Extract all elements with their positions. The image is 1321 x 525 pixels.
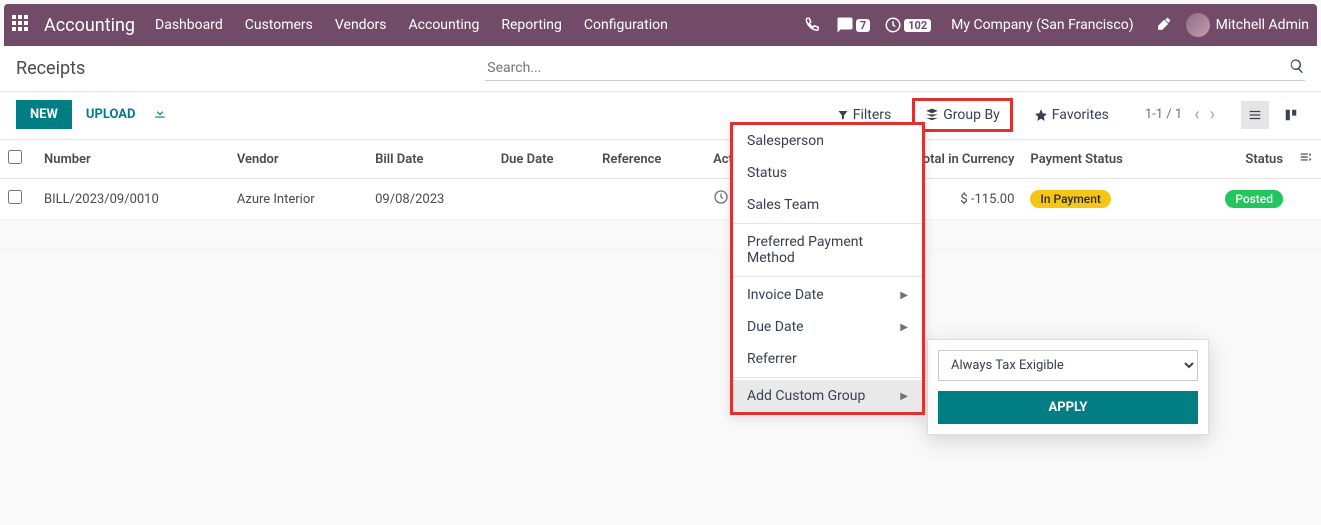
select-all-checkbox[interactable]	[8, 150, 22, 164]
col-duedate[interactable]: Due Date	[493, 140, 594, 179]
menu-accounting[interactable]: Accounting	[409, 17, 480, 33]
groupby-status[interactable]: Status	[733, 157, 922, 189]
apps-icon[interactable]	[12, 15, 32, 35]
col-number[interactable]: Number	[36, 140, 229, 179]
custom-group-select[interactable]: Always Tax Exigible	[938, 350, 1198, 381]
activities-icon[interactable]: 102	[884, 16, 931, 34]
row-checkbox[interactable]	[8, 190, 22, 204]
apply-button[interactable]: APPLY	[938, 391, 1198, 424]
cell-vendor: Azure Interior	[229, 179, 367, 220]
groupby-invoice-date[interactable]: Invoice Date▶	[733, 279, 922, 311]
cell-reference	[594, 179, 705, 220]
tools-icon[interactable]	[1154, 16, 1172, 34]
col-reference[interactable]: Reference	[594, 140, 705, 179]
groupby-dropdown: Salesperson Status Sales Team Preferred …	[730, 122, 925, 415]
kanban-view-icon[interactable]	[1277, 101, 1305, 129]
favorites-toggle[interactable]: Favorites	[1026, 103, 1117, 127]
phone-icon[interactable]	[804, 16, 822, 34]
company-switcher[interactable]: My Company (San Francisco)	[951, 17, 1133, 33]
menu-configuration[interactable]: Configuration	[584, 17, 668, 33]
groupby-add-custom[interactable]: Add Custom Group▶	[733, 380, 922, 412]
app-brand: Accounting	[44, 15, 135, 36]
favorites-label: Favorites	[1052, 107, 1109, 123]
top-menu: Dashboard Customers Vendors Accounting R…	[155, 17, 668, 33]
activities-badge: 102	[904, 19, 931, 32]
avatar	[1186, 13, 1210, 37]
groupby-payment-method[interactable]: Preferred Payment Method	[733, 226, 922, 274]
download-icon[interactable]	[153, 106, 167, 124]
chevron-right-icon: ▶	[900, 290, 908, 301]
col-options-icon[interactable]	[1291, 140, 1321, 179]
messages-badge: 7	[856, 19, 870, 32]
table-row[interactable]: BILL/2023/09/0010 Azure Interior 09/08/2…	[0, 179, 1321, 220]
col-paystatus[interactable]: Payment Status	[1022, 140, 1182, 179]
receipts-table: Number Vendor Bill Date Due Date Referen…	[0, 140, 1321, 250]
groupby-salesperson[interactable]: Salesperson	[733, 125, 922, 157]
menu-vendors[interactable]: Vendors	[335, 17, 387, 33]
groupby-toggle[interactable]: Group By	[917, 103, 1008, 127]
user-menu[interactable]: Mitchell Admin	[1186, 13, 1309, 37]
groupby-due-date[interactable]: Due Date▶	[733, 311, 922, 343]
filters-label: Filters	[853, 107, 892, 123]
groupby-label: Group By	[943, 107, 1000, 123]
menu-reporting[interactable]: Reporting	[501, 17, 562, 33]
status-badge: Posted	[1225, 190, 1283, 208]
chevron-right-icon: ▶	[900, 322, 908, 333]
messages-icon[interactable]: 7	[836, 16, 870, 34]
col-status[interactable]: Status	[1182, 140, 1291, 179]
cell-number: BILL/2023/09/0010	[36, 179, 229, 220]
col-vendor[interactable]: Vendor	[229, 140, 367, 179]
chevron-right-icon: ▶	[900, 391, 908, 402]
menu-dashboard[interactable]: Dashboard	[155, 17, 223, 33]
page-next-icon[interactable]: ›	[1210, 104, 1215, 125]
search-input[interactable]	[485, 56, 1289, 80]
menu-customers[interactable]: Customers	[245, 17, 313, 33]
groupby-salesteam[interactable]: Sales Team	[733, 189, 922, 221]
user-name: Mitchell Admin	[1216, 17, 1309, 33]
page-prev-icon[interactable]: ‹	[1194, 104, 1199, 125]
groupby-referrer[interactable]: Referrer	[733, 343, 922, 375]
upload-button[interactable]: UPLOAD	[86, 107, 136, 122]
list-view-icon[interactable]	[1241, 101, 1269, 129]
custom-group-panel: Always Tax Exigible APPLY	[927, 339, 1209, 435]
col-billdate[interactable]: Bill Date	[367, 140, 493, 179]
page-title: Receipts	[16, 58, 85, 79]
payment-badge: In Payment	[1030, 190, 1110, 208]
cell-billdate: 09/08/2023	[367, 179, 493, 220]
cell-duedate	[493, 179, 594, 220]
pager-text: 1-1 / 1	[1145, 107, 1182, 122]
search-icon[interactable]	[1289, 58, 1305, 78]
new-button[interactable]: NEW	[16, 100, 72, 129]
summary-row	[0, 220, 1321, 250]
